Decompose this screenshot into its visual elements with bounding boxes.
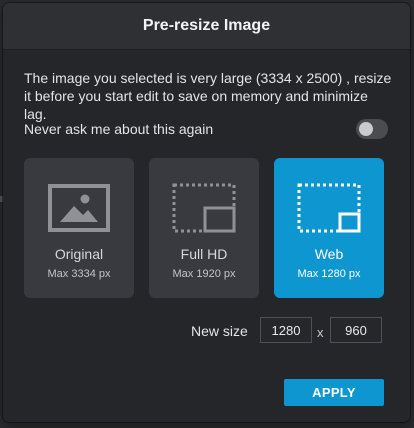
- never-ask-row: Never ask me about this again: [24, 117, 388, 141]
- pre-resize-dialog: Pre-resize Image The image you selected …: [3, 3, 410, 422]
- image-icon: [48, 184, 110, 232]
- option-full-hd-max: Max 1920 px: [172, 268, 236, 280]
- resize-icon: [172, 183, 236, 233]
- size-options: Original Max 3334 px Full HD Max 1920 px…: [24, 158, 386, 298]
- dialog-title: Pre-resize Image: [142, 17, 271, 34]
- dialog-message: The image you selected is very large (33…: [24, 70, 392, 122]
- option-full-hd-name: Full HD: [180, 246, 228, 262]
- toggle-knob: [359, 122, 373, 136]
- option-web[interactable]: Web Max 1280 px: [274, 158, 384, 298]
- height-input[interactable]: [330, 317, 382, 343]
- width-input[interactable]: [260, 317, 312, 343]
- dialog-header: Pre-resize Image: [3, 3, 410, 50]
- option-full-hd[interactable]: Full HD Max 1920 px: [149, 158, 259, 298]
- option-web-max: Max 1280 px: [297, 268, 361, 280]
- size-separator: x: [317, 325, 324, 340]
- apply-button[interactable]: APPLY: [284, 379, 384, 406]
- new-size-label: New size: [191, 323, 248, 339]
- option-original-name: Original: [54, 246, 104, 262]
- resize-icon: [297, 183, 361, 233]
- never-ask-label: Never ask me about this again: [24, 121, 214, 137]
- new-size-row: New size x: [3, 317, 410, 345]
- option-web-name: Web: [314, 246, 344, 262]
- never-ask-toggle[interactable]: [356, 119, 388, 139]
- option-original[interactable]: Original Max 3334 px: [24, 158, 134, 298]
- option-original-max: Max 3334 px: [47, 268, 111, 280]
